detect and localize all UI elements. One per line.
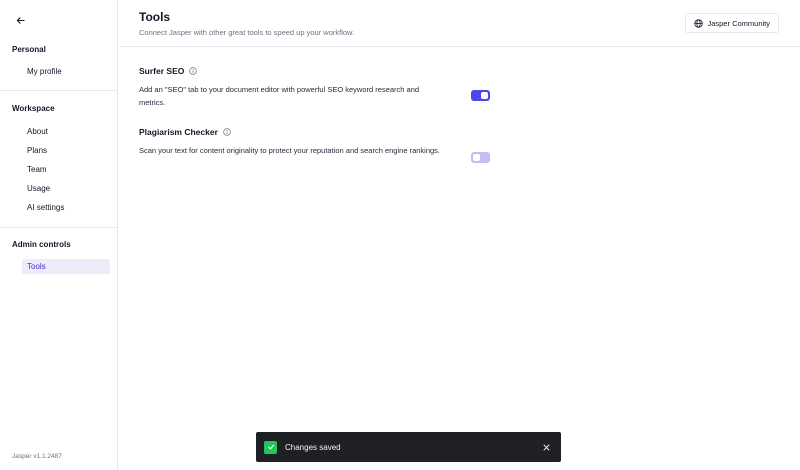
tool-name-row: Plagiarism Checker	[139, 127, 499, 137]
jasper-community-label: Jasper Community	[707, 18, 770, 28]
jasper-community-button[interactable]: Jasper Community	[685, 13, 779, 33]
toggle-knob	[481, 92, 488, 99]
tool-description: Add an "SEO" tab to your document editor…	[139, 85, 420, 107]
sidebar-item-about[interactable]: About	[22, 124, 110, 139]
page-subtitle: Connect Jasper with other great tools to…	[139, 28, 355, 37]
sidebar-divider	[0, 227, 117, 228]
tool-name: Surfer SEO	[139, 66, 185, 76]
page-title: Tools	[139, 10, 171, 24]
back-button[interactable]	[12, 12, 28, 28]
section-title-admin-controls: Admin controls	[12, 240, 71, 249]
toast-notification: Changes saved	[256, 432, 561, 462]
sidebar-item-my-profile[interactable]: My profile	[22, 64, 110, 79]
section-title-personal: Personal	[12, 45, 46, 54]
check-icon	[264, 440, 277, 454]
sidebar-item-usage[interactable]: Usage	[22, 181, 110, 196]
tool-name-row: Surfer SEO	[139, 66, 499, 76]
section-title-workspace: Workspace	[12, 104, 55, 113]
sidebar-item-ai-settings[interactable]: AI settings	[22, 200, 110, 215]
sidebar-item-plans[interactable]: Plans	[22, 143, 110, 158]
arrow-left-icon	[16, 16, 25, 24]
sidebar-divider	[0, 90, 117, 91]
globe-icon	[694, 18, 704, 28]
tool-description: Scan your text for content originality t…	[139, 146, 441, 155]
surfer-seo-toggle[interactable]	[471, 90, 490, 101]
toggle-knob	[473, 154, 480, 161]
info-icon[interactable]	[189, 67, 198, 75]
version-label: Jasper v1.1.2487	[12, 453, 62, 460]
sidebar-item-tools[interactable]: Tools	[22, 259, 110, 274]
toast-message: Changes saved	[285, 442, 341, 452]
tool-name: Plagiarism Checker	[139, 127, 218, 137]
info-icon[interactable]	[223, 128, 231, 136]
tool-plagiarism-checker: Plagiarism Checker Scan your text for co…	[139, 127, 499, 163]
tool-surfer-seo: Surfer SEO Add an "SEO" tab to your docu…	[139, 66, 499, 107]
sidebar: Personal My profile Workspace About Plan…	[0, 0, 118, 470]
plagiarism-checker-toggle[interactable]	[471, 152, 490, 163]
close-icon[interactable]	[541, 442, 551, 452]
sidebar-item-team[interactable]: Team	[22, 162, 110, 177]
page-header: Tools Connect Jasper with other great to…	[119, 0, 800, 47]
